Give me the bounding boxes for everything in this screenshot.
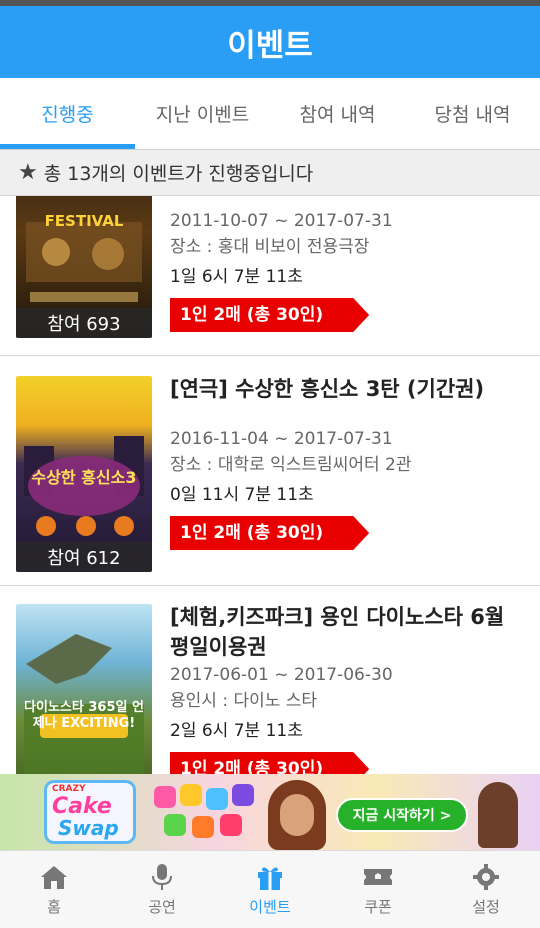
ad-start-button[interactable]: 지금 시작하기 > bbox=[336, 798, 468, 832]
nav-performance[interactable]: 공연 bbox=[108, 851, 216, 928]
event-count-banner: ★ 총 13개의 이벤트가 진행중입니다 bbox=[0, 150, 540, 196]
event-poster[interactable]: 수상한 흥신소3 참여 612 bbox=[16, 376, 152, 572]
event-remaining-time: 1일 6시 7분 11초 bbox=[170, 267, 303, 287]
ad-banner[interactable]: CRAZY Cake Swap 지금 시작하기 > bbox=[0, 774, 540, 850]
page-title: 이벤트 bbox=[227, 27, 313, 64]
star-icon: ★ bbox=[18, 160, 38, 185]
event-item[interactable]: 수상한 흥신소3 참여 612 [연극] 수상한 흥신소 3탄 (기간권) 20… bbox=[0, 356, 540, 586]
ticket-ribbon: 1인 2매 (총 30인) bbox=[170, 516, 370, 550]
event-item[interactable]: 다이노스타 365일 언제나 EXCITING! [체험,키즈파크] 용인 다이… bbox=[0, 586, 540, 774]
event-poster[interactable]: 다이노스타 365일 언제나 EXCITING! bbox=[16, 604, 152, 774]
nav-settings[interactable]: 설정 bbox=[432, 851, 540, 928]
home-icon bbox=[41, 866, 67, 889]
gift-icon bbox=[258, 867, 282, 890]
ad-character-image bbox=[478, 782, 518, 848]
bottom-nav: 홈 공연 이벤트 쿠폰 설정 bbox=[0, 850, 540, 928]
dinostar-poster-art bbox=[24, 634, 144, 774]
event-title[interactable]: [체험,키즈파크] 용인 다이노스타 6월 평일이용권 bbox=[170, 602, 526, 662]
tab-bar: 진행중 지난 이벤트 참여 내역 당첨 내역 bbox=[0, 78, 540, 150]
nav-home[interactable]: 홈 bbox=[0, 851, 108, 928]
gear-icon bbox=[473, 864, 499, 890]
participant-count: 참여 612 bbox=[16, 542, 152, 572]
event-date: 2017-06-01 ~ 2017-06-30 bbox=[170, 665, 393, 685]
microphone-icon bbox=[152, 864, 172, 890]
event-place: 장소 : 홍대 비보이 전용극장 bbox=[170, 237, 370, 257]
ad-woman-image bbox=[268, 780, 326, 850]
ticket-icon bbox=[364, 869, 392, 885]
event-list[interactable]: FESTIVAL 참여 693 2011-10-07 ~ 2017-07-31 … bbox=[0, 196, 540, 774]
participant-count: 참여 693 bbox=[16, 308, 152, 338]
ad-game-logo: CRAZY Cake Swap bbox=[44, 780, 136, 844]
event-place: 용인시 : 다이노 스타 bbox=[170, 691, 318, 711]
event-remaining-time: 2일 6시 7분 11초 bbox=[170, 721, 303, 741]
nav-event[interactable]: 이벤트 bbox=[216, 851, 324, 928]
tab-winning-history[interactable]: 당첨 내역 bbox=[405, 78, 540, 149]
tab-participation-history[interactable]: 참여 내역 bbox=[270, 78, 405, 149]
app-bar: 이벤트 bbox=[0, 6, 540, 78]
nav-coupon[interactable]: 쿠폰 bbox=[324, 851, 432, 928]
tab-ongoing[interactable]: 진행중 bbox=[0, 78, 135, 149]
event-date: 2016-11-04 ~ 2017-07-31 bbox=[170, 429, 393, 449]
event-count-text: 총 13개의 이벤트가 진행중입니다 bbox=[43, 163, 314, 185]
ticket-ribbon: 1인 2매 (총 30인) bbox=[170, 298, 370, 332]
event-remaining-time: 0일 11시 7분 11초 bbox=[170, 485, 314, 505]
ticket-ribbon: 1인 2매 (총 30인) bbox=[170, 752, 370, 774]
poster-caption: 다이노스타 365일 언제나 EXCITING! bbox=[24, 700, 144, 731]
event-item[interactable]: FESTIVAL 참여 693 2011-10-07 ~ 2017-07-31 … bbox=[0, 196, 540, 356]
event-date: 2011-10-07 ~ 2017-07-31 bbox=[170, 211, 393, 231]
ad-gems-art bbox=[150, 780, 260, 844]
poster-caption: 수상한 흥신소3 bbox=[31, 468, 137, 487]
poster-caption: FESTIVAL bbox=[44, 212, 124, 230]
event-poster[interactable]: FESTIVAL 참여 693 bbox=[16, 196, 152, 338]
event-title[interactable]: [연극] 수상한 흥신소 3탄 (기간권) bbox=[170, 374, 526, 404]
tab-past-events[interactable]: 지난 이벤트 bbox=[135, 78, 270, 149]
event-place: 장소 : 대학로 익스트림씨어터 2관 bbox=[170, 455, 412, 475]
